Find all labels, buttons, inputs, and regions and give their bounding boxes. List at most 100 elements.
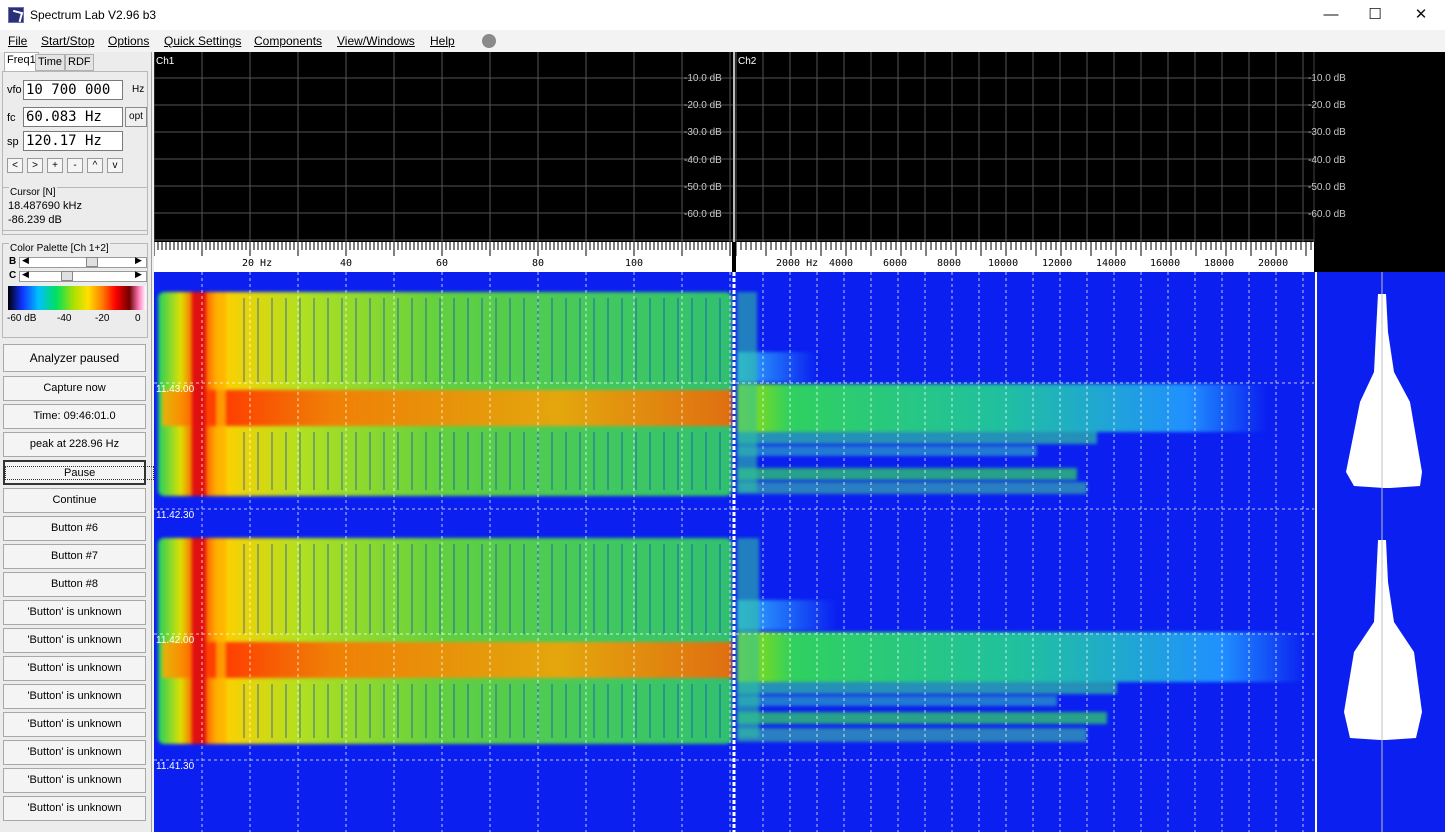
color-palette-group: Color Palette [Ch 1+2] B ◀ ▶ C ◀ ▶ -60 d…	[2, 243, 148, 338]
spectrum-display[interactable]: Ch1 Ch2 -10.0 dB -20.0 dB -30.0 dB -40.0…	[154, 52, 1445, 242]
scale-ticks	[154, 242, 1312, 272]
zoom-in-button[interactable]: +	[47, 158, 63, 173]
brightness-right-icon[interactable]: ▶	[135, 255, 142, 266]
zoom-out-button[interactable]: -	[67, 158, 83, 173]
vfo-label: vfo	[7, 84, 22, 96]
window-title: Spectrum Lab V2.96 b3	[30, 8, 157, 22]
button-6[interactable]: Button #6	[3, 516, 146, 541]
tab-rdf[interactable]: RDF	[65, 54, 94, 71]
menu-bar: File Start/Stop Options Quick Settings C…	[0, 30, 1445, 52]
palette-tick-40: -40	[57, 313, 72, 324]
menu-options[interactable]: Options	[108, 34, 149, 48]
maximize-button[interactable]: ☐	[1352, 0, 1398, 30]
ch2-tick-label: 4000	[829, 258, 854, 269]
ch2-tick-label: 10000	[988, 258, 1019, 269]
ch2-tick-label: 20000	[1258, 258, 1289, 269]
fc-input[interactable]: 60.083 Hz	[23, 107, 123, 127]
menu-start-stop[interactable]: Start/Stop	[41, 34, 94, 48]
ch1-tick-label: 20 Hz	[242, 258, 273, 269]
brightness-track	[19, 257, 147, 268]
ch2-tick-label: 12000	[1042, 258, 1073, 269]
db-label: -40.0 dB	[1308, 155, 1346, 166]
cursor-frequency: 18.487690 kHz	[8, 200, 82, 212]
unknown-button[interactable]: 'Button' is unknown	[3, 740, 146, 765]
tab-time[interactable]: Time	[35, 54, 66, 71]
spectrum-grid	[154, 52, 1315, 242]
palette-tick-min: -60 dB	[7, 313, 37, 324]
db-label: -40.0 dB	[684, 155, 722, 166]
frequency-scale[interactable]: 20 Hz 40 60 80 100 2000 Hz 4000 6000 800…	[154, 242, 1314, 272]
brightness-left-icon[interactable]: ◀	[22, 255, 29, 266]
ch1-tick-label: 60	[436, 258, 449, 269]
palette-title: Color Palette [Ch 1+2]	[9, 243, 110, 254]
cursor-group: Cursor [N] 18.487690 kHz -86.239 dB	[2, 187, 148, 235]
ch2-tick-label: 2000 Hz	[776, 258, 819, 269]
unknown-button[interactable]: 'Button' is unknown	[3, 628, 146, 653]
app-icon	[8, 7, 24, 23]
db-label: -50.0 dB	[1308, 182, 1346, 193]
palette-tick-0: 0	[135, 313, 141, 324]
scroll-right-button[interactable]: >	[27, 158, 43, 173]
sp-input[interactable]: 120.17 Hz	[23, 131, 123, 151]
ch1-tick-label: 40	[340, 258, 353, 269]
vfo-input[interactable]: 10 700 000	[23, 80, 123, 100]
color-palette-bar[interactable]	[8, 286, 146, 310]
unknown-button[interactable]: 'Button' is unknown	[3, 712, 146, 737]
menu-components[interactable]: Components	[254, 34, 322, 48]
db-label: -30.0 dB	[684, 127, 722, 138]
button-8[interactable]: Button #8	[3, 572, 146, 597]
scroll-left-button[interactable]: <	[7, 158, 23, 173]
ch2-tick-label: 18000	[1204, 258, 1235, 269]
palette-tick-20: -20	[95, 313, 110, 324]
db-label: -50.0 dB	[684, 182, 722, 193]
channel-2-label: Ch2	[738, 56, 757, 67]
channel-1-label: Ch1	[156, 56, 175, 67]
db-label: -60.0 dB	[684, 209, 722, 220]
menu-help[interactable]: Help	[430, 34, 455, 48]
cursor-level: -86.239 dB	[8, 214, 62, 226]
unknown-button[interactable]: 'Button' is unknown	[3, 684, 146, 709]
db-label: -10.0 dB	[1308, 73, 1346, 84]
unknown-button[interactable]: 'Button' is unknown	[3, 796, 146, 821]
status-indicator-icon	[482, 34, 496, 48]
tab-freq1[interactable]: Freq1	[4, 52, 39, 72]
scale-filler	[1314, 242, 1445, 272]
contrast-right-icon[interactable]: ▶	[135, 269, 142, 280]
contrast-track	[19, 271, 147, 282]
shift-up-button[interactable]: ^	[87, 158, 103, 173]
waterfall-display[interactable]: 11.43.00 11.42.30 11.42.00 11.41.30	[154, 272, 1445, 832]
pause-label: Pause	[5, 466, 155, 480]
continue-button[interactable]: Continue	[3, 488, 146, 513]
close-button[interactable]: ✕	[1398, 0, 1444, 30]
db-label: -10.0 dB	[684, 73, 722, 84]
unknown-button[interactable]: 'Button' is unknown	[3, 600, 146, 625]
brightness-thumb[interactable]	[86, 257, 98, 267]
minimize-button[interactable]: —	[1308, 0, 1354, 30]
capture-now-button[interactable]: Capture now	[3, 376, 146, 401]
contrast-slider[interactable]: C ◀ ▶	[7, 269, 147, 283]
time-button[interactable]: Time: 09:46:01.0	[3, 404, 146, 429]
title-bar: Spectrum Lab V2.96 b3 — ☐ ✕	[0, 0, 1445, 30]
analyzer-paused-button[interactable]: Analyzer paused	[3, 344, 146, 372]
db-label: -60.0 dB	[1308, 209, 1346, 220]
menu-file[interactable]: File	[8, 34, 27, 48]
shift-down-button[interactable]: v	[107, 158, 123, 173]
sp-label: sp	[7, 136, 19, 148]
unknown-button[interactable]: 'Button' is unknown	[3, 656, 146, 681]
peak-button[interactable]: peak at 228.96 Hz	[3, 432, 146, 457]
db-label: -20.0 dB	[684, 100, 722, 111]
contrast-left-icon[interactable]: ◀	[22, 269, 29, 280]
opt-button[interactable]: opt	[125, 107, 147, 127]
menu-quick-settings[interactable]: Quick Settings	[164, 34, 241, 48]
time-marker: 11.42.00	[156, 635, 195, 646]
pause-button[interactable]: Pause	[3, 460, 155, 485]
contrast-thumb[interactable]	[61, 271, 73, 281]
ch2-tick-label: 8000	[937, 258, 962, 269]
unknown-button[interactable]: 'Button' is unknown	[3, 768, 146, 793]
ch2-tick-label: 16000	[1150, 258, 1181, 269]
ch2-tick-label: 6000	[883, 258, 908, 269]
button-7[interactable]: Button #7	[3, 544, 146, 569]
time-marker: 11.42.30	[156, 510, 195, 521]
menu-view-windows[interactable]: View/Windows	[337, 34, 415, 48]
brightness-slider[interactable]: B ◀ ▶	[7, 255, 147, 269]
